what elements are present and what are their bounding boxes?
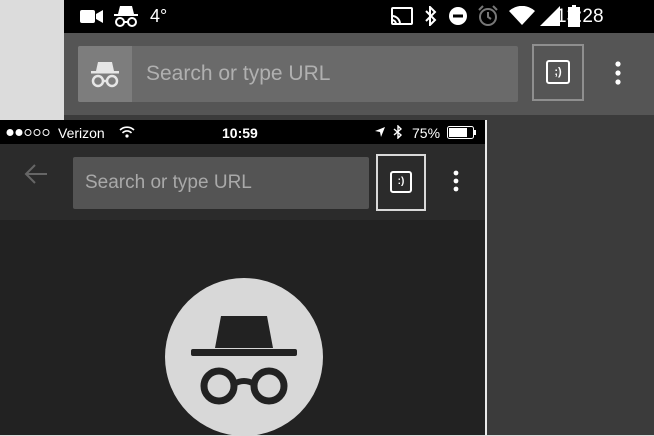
search-placeholder: Search or type URL (146, 62, 331, 85)
ios-status-bar: Verizon 10:59 75% (0, 120, 485, 144)
bluetooth-icon (393, 125, 403, 139)
android-omnibox[interactable]: Search or type URL (78, 46, 518, 102)
alarm-icon (478, 5, 498, 26)
tab-switcher-button[interactable]: :) (390, 171, 412, 193)
ios-screenshot: Verizon 10:59 75% Search or type URL :) (0, 120, 487, 436)
signal-dots-icon (6, 129, 50, 136)
battery-icon (447, 126, 476, 139)
android-toolbar: Search or type URL ;) (64, 33, 654, 115)
do-not-disturb-icon (449, 7, 467, 25)
location-arrow-icon (375, 127, 385, 137)
incognito-icon (114, 6, 138, 27)
incognito-hero (165, 278, 323, 436)
incognito-icon (91, 62, 119, 88)
more-vert-icon[interactable] (452, 170, 460, 192)
back-arrow-icon[interactable] (24, 164, 48, 184)
video-camera-icon (80, 10, 103, 23)
cast-icon (391, 7, 413, 25)
ios-omnibox[interactable]: Search or type URL (73, 157, 369, 209)
ios-clock: 10:59 (222, 125, 258, 141)
tab-switcher-button[interactable]: ;) (546, 60, 570, 84)
more-vert-icon[interactable] (614, 61, 622, 85)
android-status-bar: 4° 13:28 (64, 0, 654, 33)
carrier-name: Verizon (58, 125, 105, 141)
incognito-badge (78, 46, 132, 102)
wifi-icon (509, 6, 535, 25)
ios-toolbar: Search or type URL :) (0, 144, 485, 220)
incognito-icon (191, 316, 297, 405)
ios-page-body (0, 220, 485, 436)
search-placeholder: Search or type URL (85, 172, 252, 193)
temperature-text: 4° (150, 6, 168, 26)
android-clock: 13:28 (556, 6, 604, 27)
battery-percent: 75% (412, 125, 441, 141)
wifi-icon (119, 126, 135, 138)
bluetooth-icon (425, 6, 437, 26)
